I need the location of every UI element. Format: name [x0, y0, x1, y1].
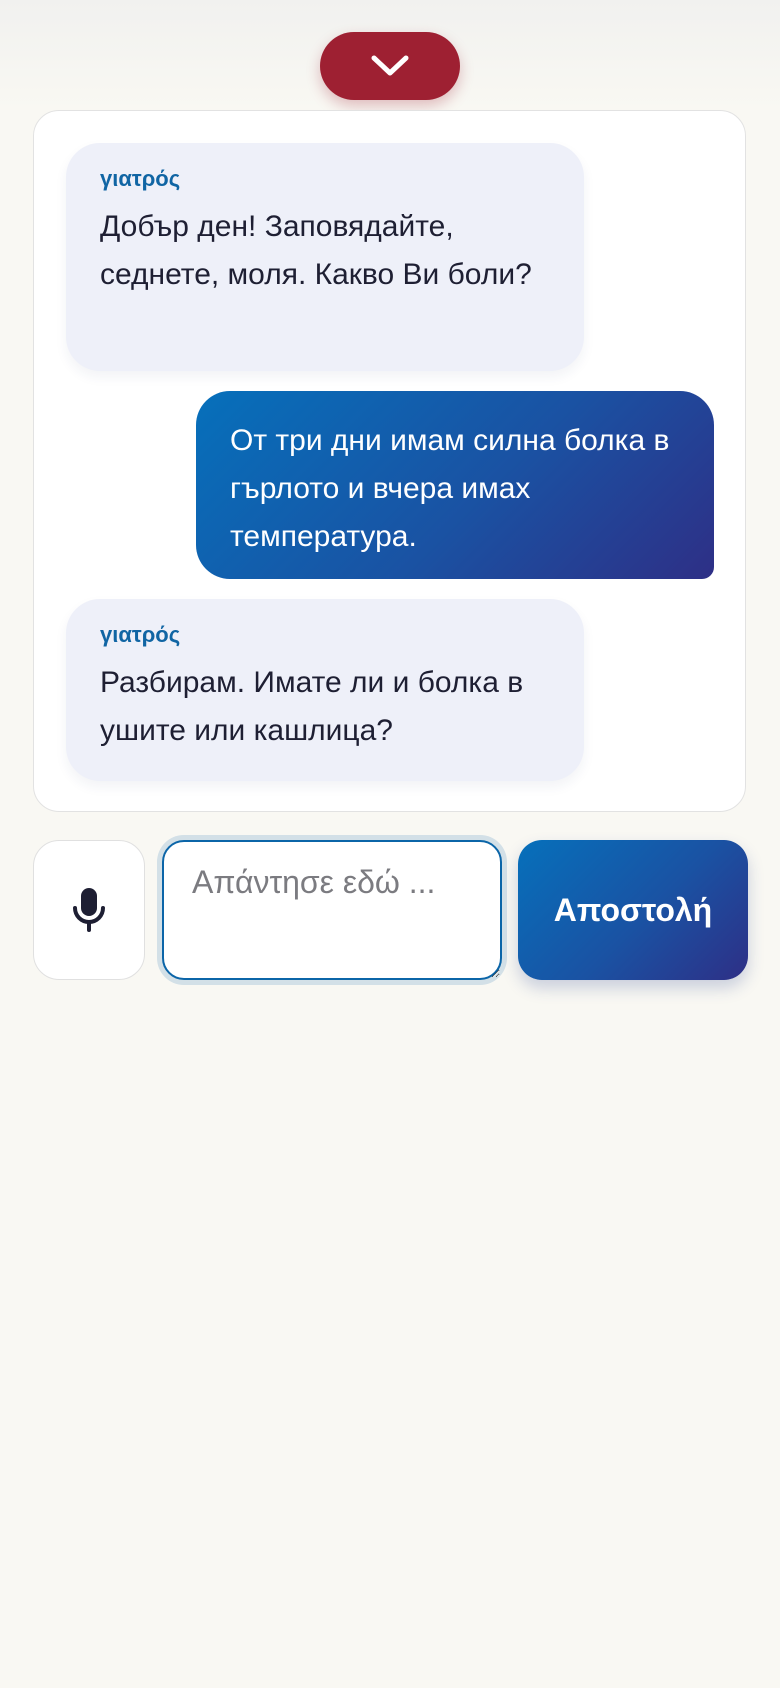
reply-input[interactable] — [162, 840, 502, 980]
send-button[interactable]: Αποστολή — [518, 840, 748, 980]
microphone-button[interactable] — [33, 840, 145, 980]
message-text: Добър ден! Заповядайте, седнете, моля. К… — [100, 210, 532, 291]
user-message: От три дни имам силна болка в гърлото и … — [196, 391, 714, 579]
chevron-down-icon — [371, 55, 409, 76]
sender-label: γιατρός — [100, 166, 181, 191]
collapse-chat-button[interactable] — [320, 32, 460, 100]
message-text: От три дни имам силна болка в гърлото и … — [230, 424, 670, 553]
message-text: Разбирам. Имате ли и болка в ушите или к… — [100, 666, 524, 747]
chat-panel: γιατρός Добър ден! Заповядайте, седнете,… — [33, 110, 746, 812]
doctor-message: γιατρός Разбирам. Имате ли и болка в уши… — [66, 599, 584, 781]
doctor-message: γιατρός Добър ден! Заповядайте, седнете,… — [66, 143, 584, 371]
microphone-icon — [73, 888, 105, 932]
sender-label: γιατρός — [100, 622, 181, 647]
